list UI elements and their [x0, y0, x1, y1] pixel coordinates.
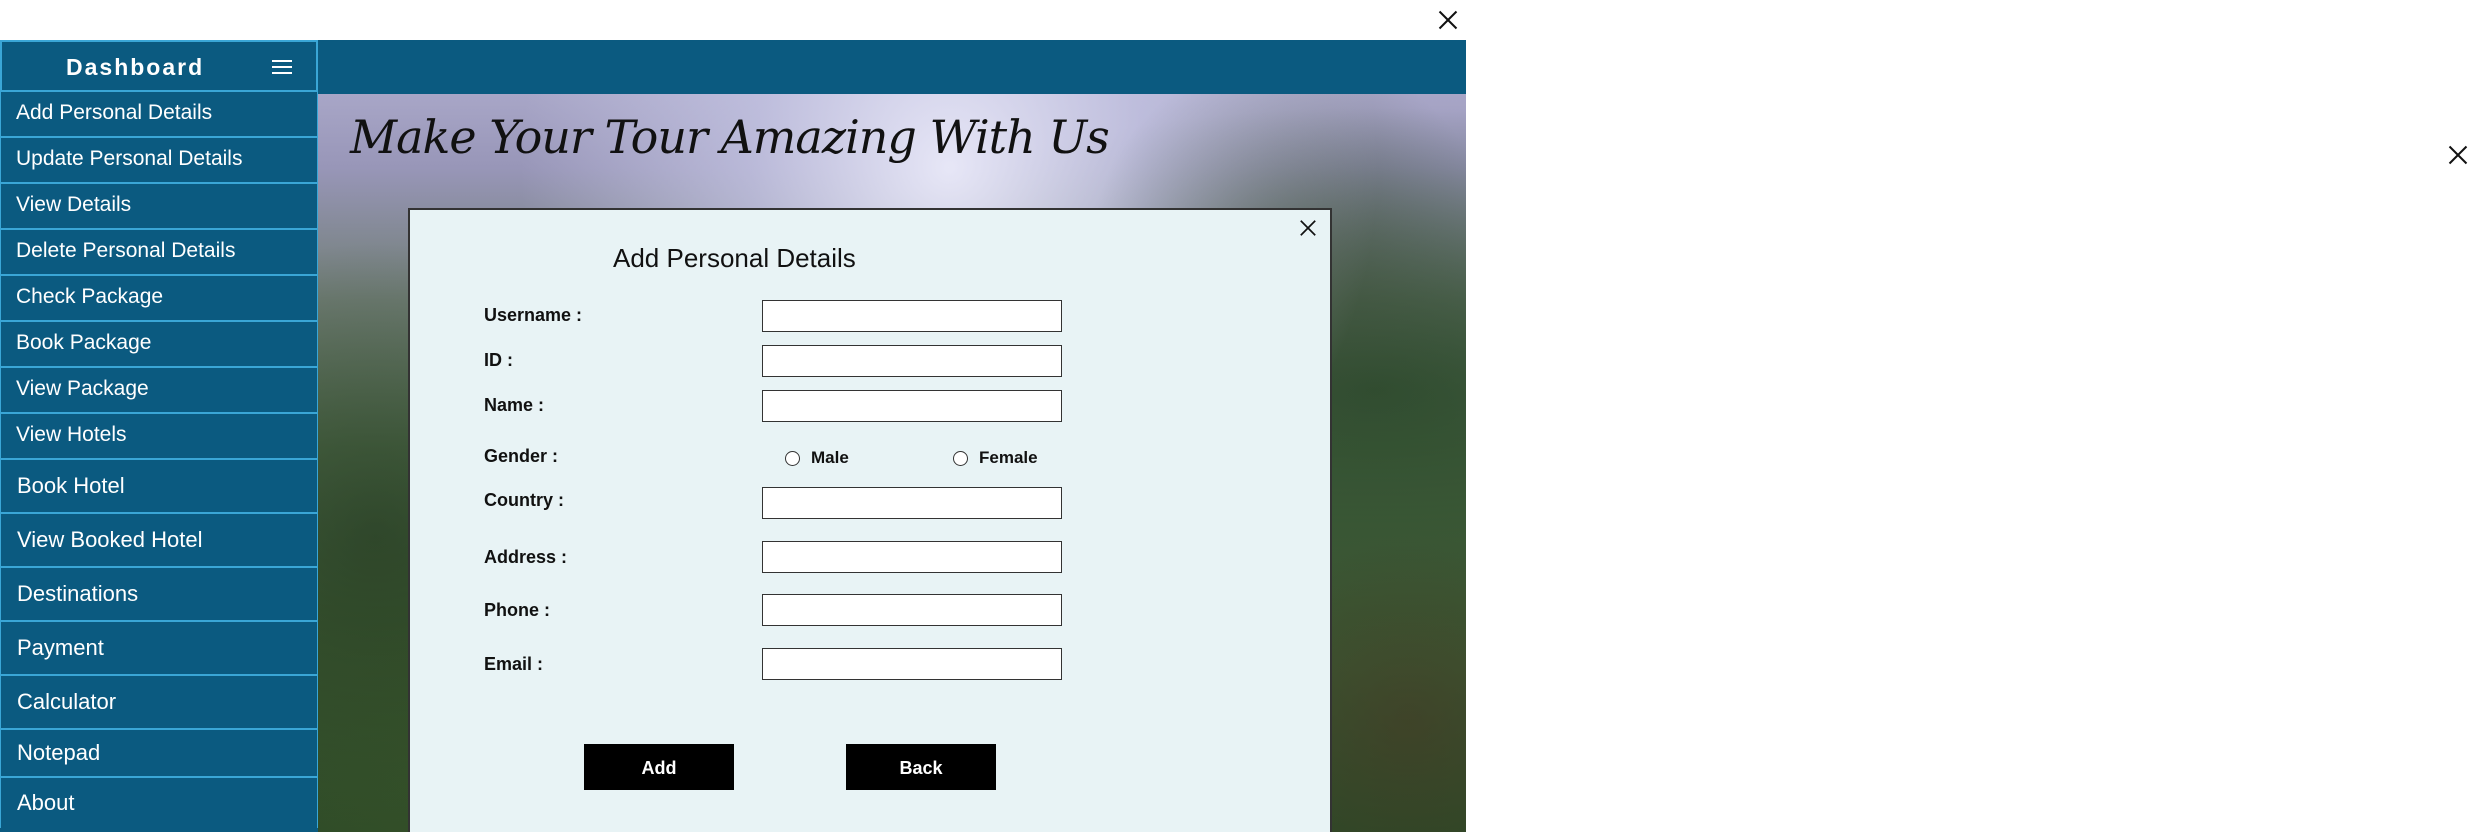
name-label: Name : [484, 395, 545, 415]
sidebar-item-view-package[interactable]: View Package [0, 368, 318, 414]
phone-label: Phone : [484, 600, 550, 620]
banner-tagline: Make Your Tour Amazing With Us [350, 110, 1110, 164]
add-button[interactable]: Add [584, 744, 734, 790]
screen: Make Your Tour Amazing With Us Dashboard… [0, 0, 2469, 832]
name-input[interactable] [762, 390, 1062, 422]
email-input[interactable] [762, 648, 1062, 680]
sidebar-item-book-package[interactable]: Book Package [0, 322, 318, 368]
gender-female-radio[interactable]: Female [953, 448, 1038, 468]
outer-close-icon[interactable] [2444, 141, 2469, 169]
sidebar: Dashboard Add Personal Details Update Pe… [0, 40, 318, 832]
gender-male-label: Male [811, 448, 849, 467]
sidebar-item-view-details[interactable]: View Details [0, 184, 318, 230]
radio-circle-icon [785, 450, 800, 466]
dialog-title: Add Personal Details [613, 243, 856, 273]
sidebar-item-delete-personal-details[interactable]: Delete Personal Details [0, 230, 318, 276]
app-window: Make Your Tour Amazing With Us Dashboard… [0, 40, 1466, 832]
dialog-close-icon[interactable] [1296, 216, 1320, 240]
gender-label: Gender : [484, 446, 559, 466]
sidebar-title: Dashboard [66, 54, 205, 80]
sidebar-item-update-personal-details[interactable]: Update Personal Details [0, 138, 318, 184]
sidebar-item-about[interactable]: About [0, 778, 318, 828]
gender-female-label: Female [979, 448, 1038, 467]
back-button[interactable]: Back [846, 744, 996, 790]
sidebar-item-destinations[interactable]: Destinations [0, 568, 318, 622]
id-input[interactable] [762, 345, 1062, 377]
sidebar-item-payment[interactable]: Payment [0, 622, 318, 676]
username-label: Username : [484, 305, 583, 325]
id-label: ID : [484, 350, 513, 370]
sidebar-header: Dashboard [0, 40, 318, 92]
phone-input[interactable] [762, 594, 1062, 626]
email-label: Email : [484, 654, 544, 674]
window-close-icon[interactable] [1434, 6, 1462, 34]
sidebar-item-add-personal-details[interactable]: Add Personal Details [0, 92, 318, 138]
sidebar-item-check-package[interactable]: Check Package [0, 276, 318, 322]
add-personal-details-dialog: Add Personal Details Username : ID : Nam… [408, 208, 1332, 832]
sidebar-item-calculator[interactable]: Calculator [0, 676, 318, 730]
gender-male-radio[interactable]: Male [785, 448, 849, 468]
address-label: Address : [484, 547, 568, 567]
sidebar-item-view-booked-hotel[interactable]: View Booked Hotel [0, 514, 318, 568]
radio-circle-icon [953, 450, 968, 466]
username-input[interactable] [762, 300, 1062, 332]
country-input[interactable] [762, 487, 1062, 519]
sidebar-item-book-hotel[interactable]: Book Hotel [0, 460, 318, 514]
address-input[interactable] [762, 541, 1062, 573]
sidebar-item-notepad[interactable]: Notepad [0, 730, 318, 778]
country-label: Country : [484, 490, 564, 510]
sidebar-item-view-hotels[interactable]: View Hotels [0, 414, 318, 460]
hamburger-menu-icon[interactable] [272, 60, 292, 76]
